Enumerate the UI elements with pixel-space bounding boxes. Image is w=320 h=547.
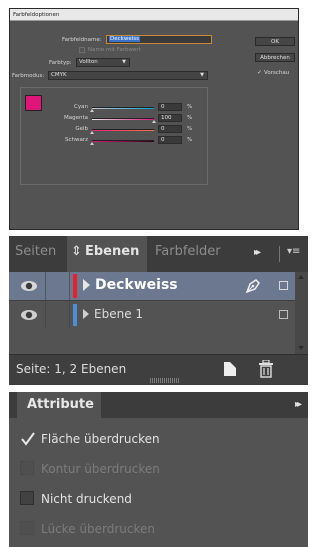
swatch-options-dialog: Farbfeldoptionen Farbfeldname: Deckweiss… — [9, 8, 299, 230]
dialog-title: Farbfeldoptionen — [10, 9, 298, 21]
pen-nib-icon — [245, 279, 260, 294]
slider-value-field[interactable]: 100 — [158, 114, 182, 122]
column-divider — [45, 301, 46, 329]
tab-farbfelder[interactable]: Farbfelder — [155, 244, 221, 259]
color-preview-swatch — [25, 95, 42, 111]
slider-track[interactable] — [92, 140, 154, 142]
slider-label: Schwarz — [64, 137, 88, 143]
preview-label: Vorschau — [264, 70, 290, 76]
new-layer-icon[interactable] — [223, 361, 237, 377]
slider-thumb[interactable] — [90, 142, 94, 145]
swatch-type-label: Farbtyp: — [49, 60, 72, 66]
name-with-value-checkbox[interactable] — [79, 47, 85, 53]
layers-footer: Seite: 1, 2 Ebenen — [9, 354, 308, 385]
swatch-type-select[interactable]: Vollton ▼ — [76, 58, 130, 67]
slider-track[interactable] — [92, 129, 154, 131]
slider-value-field[interactable]: 0 — [158, 125, 182, 133]
layers-status: Seite: 1, 2 Ebenen — [16, 362, 127, 376]
tab-attribute[interactable]: Attribute — [17, 392, 101, 418]
eye-icon[interactable] — [20, 279, 38, 293]
layer-select-square[interactable] — [279, 310, 288, 319]
color-mode-select[interactable]: CMYK ▼ — [48, 71, 208, 80]
slider-thumb[interactable] — [90, 109, 94, 112]
layer-name[interactable]: Deckweiss — [95, 277, 178, 293]
scroll-down-icon[interactable] — [298, 346, 304, 350]
slider-track[interactable] — [92, 118, 154, 120]
checkbox-label[interactable]: Fläche überdrucken — [41, 432, 160, 446]
layer-select-square[interactable] — [279, 281, 288, 290]
slider-label: Cyan — [74, 104, 88, 110]
slider-thumb[interactable] — [90, 131, 94, 134]
checkmark-icon — [21, 432, 35, 446]
layer-row-ebene-1[interactable]: Ebene 1 — [9, 300, 308, 329]
resize-grip[interactable] — [150, 378, 180, 383]
slider-track[interactable] — [92, 107, 154, 109]
name-with-value-label: Name mit Farbwert — [88, 47, 141, 53]
column-divider — [45, 272, 46, 300]
swatch-type-value: Vollton — [79, 59, 98, 65]
overprint-checkbox — [20, 461, 34, 475]
panel-overflow-icon[interactable]: ▸▸ — [295, 399, 302, 410]
layer-color-marker — [73, 304, 77, 326]
scrollbar[interactable] — [295, 272, 308, 354]
checkbox-label[interactable]: Nicht druckend — [41, 492, 132, 506]
preview-checkbox[interactable]: ✓ — [257, 69, 262, 76]
slider-value-field[interactable]: 0 — [158, 136, 182, 144]
tab-divider — [279, 246, 280, 262]
overprint-checkbox[interactable] — [20, 431, 35, 446]
color-mode-label: Farbmodus: — [12, 73, 45, 79]
expand-triangle-icon[interactable] — [83, 309, 89, 319]
percent-unit: % — [187, 104, 193, 110]
checkbox-label: Lücke überdrucken — [41, 522, 155, 536]
tab-swap-icon[interactable]: ⇕ — [71, 244, 82, 259]
tab-ebenen[interactable]: Ebenen — [85, 244, 139, 259]
attributes-panel: Attribute ▸▸ Fläche überdrucken Kontur üb… — [9, 392, 308, 547]
tab-seiten[interactable]: Seiten — [15, 244, 56, 259]
slider-thumb[interactable] — [152, 120, 156, 123]
percent-unit: % — [187, 126, 193, 132]
eye-icon[interactable] — [20, 308, 38, 322]
layer-name[interactable]: Ebene 1 — [94, 307, 143, 321]
percent-unit: % — [187, 137, 193, 143]
percent-unit: % — [187, 115, 193, 121]
color-mode-value: CMYK — [51, 72, 67, 78]
cancel-button[interactable]: Abbrechen — [255, 53, 295, 62]
panel-menu-icon[interactable]: ▾≡ — [287, 246, 300, 257]
chevron-down-icon: ▼ — [122, 59, 126, 65]
swatch-name-value: Deckweiss — [109, 36, 140, 42]
chevron-down-icon: ▼ — [200, 72, 204, 78]
scroll-up-icon[interactable] — [298, 275, 304, 279]
overprint-checkbox — [20, 521, 34, 535]
checkbox-label: Kontur überdrucken — [41, 462, 160, 476]
layer-color-marker — [73, 274, 77, 298]
tab-attribute-label: Attribute — [27, 397, 94, 412]
overprint-checkbox[interactable] — [20, 491, 34, 505]
slider-value-field[interactable]: 0 — [158, 103, 182, 111]
slider-label: Magenta — [63, 115, 88, 121]
column-divider — [69, 272, 70, 300]
slider-label: Gelb — [75, 126, 88, 132]
layers-panel: Seiten ⇕ Ebenen Farbfelder ▸▸ ▾≡ Deckwei… — [9, 236, 308, 385]
layer-row-deckweiss[interactable]: Deckweiss — [9, 272, 308, 300]
swatch-name-field[interactable]: Deckweiss — [106, 35, 212, 44]
swatch-name-label: Farbfeldname: — [62, 37, 102, 43]
expand-triangle-icon[interactable] — [83, 279, 90, 291]
ok-button[interactable]: OK — [255, 37, 295, 46]
panel-overflow-icon[interactable]: ▸▸ — [254, 247, 261, 258]
column-divider — [69, 301, 70, 329]
trash-icon[interactable] — [258, 360, 274, 378]
